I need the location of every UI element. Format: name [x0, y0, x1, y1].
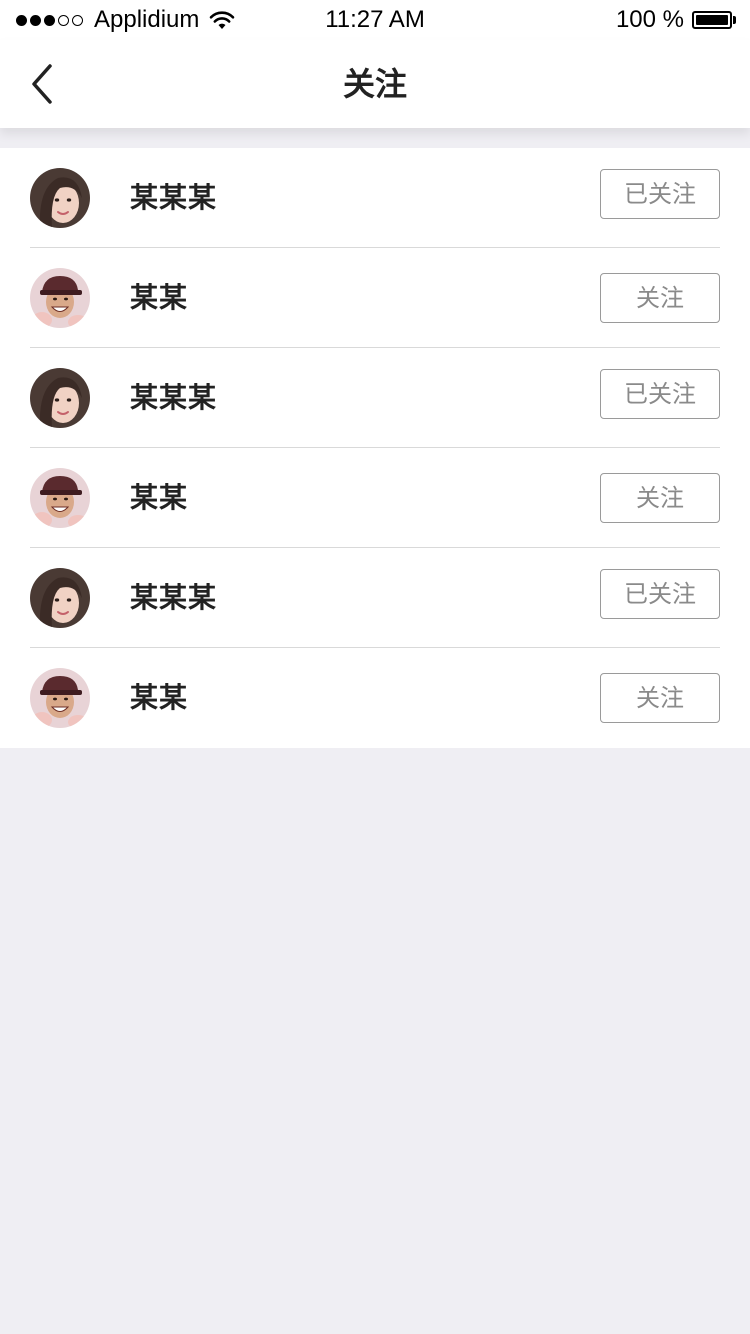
list-item[interactable]: 某某某 已关注 [0, 548, 750, 648]
woman-avatar-icon [30, 568, 90, 628]
list-item[interactable]: 某某 关注 [0, 248, 750, 348]
follow-button[interactable]: 关注 [600, 673, 720, 723]
following-list: 某某某 已关注 某某 关注 某某某 已关注 某某 关注 某某某 已关注 某某 关… [0, 148, 750, 748]
list-item[interactable]: 某某 关注 [0, 648, 750, 748]
avatar[interactable] [30, 568, 90, 628]
avatar[interactable] [30, 168, 90, 228]
avatar[interactable] [30, 268, 90, 328]
avatar[interactable] [30, 668, 90, 728]
following-button[interactable]: 已关注 [600, 169, 720, 219]
user-name: 某某 [130, 681, 189, 714]
avatar[interactable] [30, 368, 90, 428]
man-avatar-icon [30, 268, 90, 328]
woman-avatar-icon [30, 368, 90, 428]
man-avatar-icon [30, 468, 90, 528]
woman-avatar-icon [30, 168, 90, 228]
list-item[interactable]: 某某某 已关注 [0, 348, 750, 448]
battery-icon [692, 11, 736, 29]
avatar[interactable] [30, 468, 90, 528]
user-name: 某某 [130, 481, 189, 514]
user-name: 某某某 [130, 381, 218, 414]
follow-button[interactable]: 关注 [600, 273, 720, 323]
status-bar: Applidium 11:27 AM 100 % [0, 0, 750, 40]
status-right: 100 % [616, 5, 736, 35]
nav-bar: 关注 [0, 40, 750, 128]
following-button[interactable]: 已关注 [600, 369, 720, 419]
battery-percent: 100 % [615, 6, 684, 33]
user-name: 某某某 [130, 581, 218, 614]
man-avatar-icon [30, 668, 90, 728]
page-title: 关注 [342, 65, 407, 103]
list-item[interactable]: 某某 关注 [0, 448, 750, 548]
following-button[interactable]: 已关注 [600, 569, 720, 619]
user-name: 某某 [130, 281, 189, 314]
list-item[interactable]: 某某某 已关注 [0, 148, 750, 248]
user-name: 某某某 [130, 181, 218, 214]
follow-button[interactable]: 关注 [600, 473, 720, 523]
